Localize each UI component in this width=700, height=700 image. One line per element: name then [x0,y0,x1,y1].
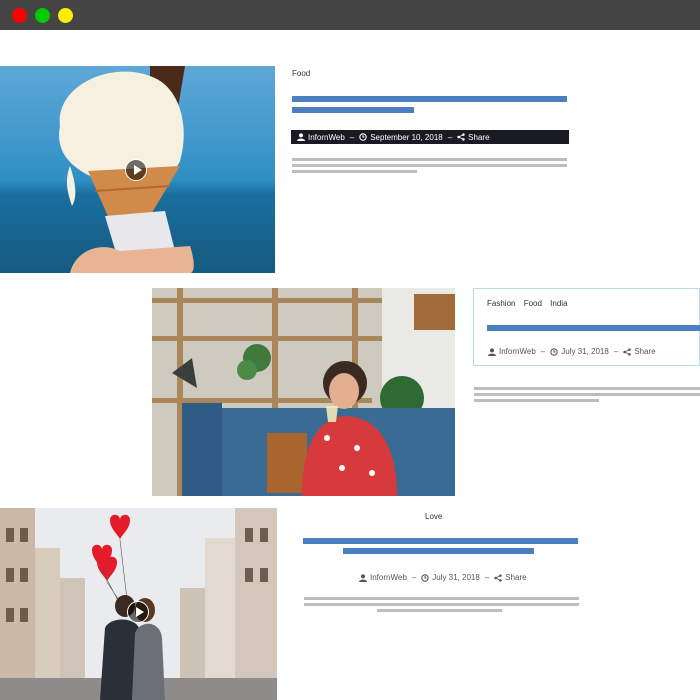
post-1-excerpt-line-2 [292,164,567,167]
post-1-date[interactable]: September 10, 2018 [370,133,443,142]
post-3-title-line-1[interactable] [303,538,578,544]
user-icon [359,573,367,582]
post-3-excerpt-line-3 [377,609,502,612]
post-1-categories: Food [292,69,316,78]
post-2-meta: InfornWeb – July 31, 2018 – Share [488,347,656,356]
post-3-excerpt-line-2 [304,603,579,606]
post-3-date[interactable]: July 31, 2018 [432,573,480,582]
post-1-share[interactable]: Share [468,133,489,142]
post-3-meta: InfornWeb – July 31, 2018 – Share [359,573,527,582]
post-3-excerpt-line-1 [304,597,579,600]
close-window-button[interactable] [12,8,27,23]
post-2-author[interactable]: InfornWeb [499,347,536,356]
play-video-icon[interactable] [125,159,147,181]
post-1-meta-bar: InfornWeb – September 10, 2018 – Share [291,130,569,144]
post-1-excerpt-line-1 [292,158,567,161]
category-tag[interactable]: Love [425,512,442,521]
post-3-categories: Love [425,512,448,521]
post-2-date[interactable]: July 31, 2018 [561,347,609,356]
maximize-window-button[interactable] [58,8,73,23]
post-3-author[interactable]: InfornWeb [370,573,407,582]
clock-icon [421,573,429,582]
share-icon [457,133,465,141]
post-2-excerpt-line-3 [474,399,599,402]
separator: – [484,573,490,582]
post-3-share[interactable]: Share [505,573,526,582]
user-icon [488,347,496,356]
post-2-excerpt-line-1 [474,387,700,390]
post-3-image[interactable] [0,508,277,700]
play-video-icon[interactable] [127,601,149,623]
user-icon [297,133,305,141]
post-2-excerpt-line-2 [474,393,700,396]
post-2-title-line-1[interactable] [487,325,700,331]
post-1-excerpt-line-3 [292,170,417,173]
separator: – [349,132,355,142]
separator: – [411,573,417,582]
post-2-image[interactable] [152,288,455,496]
category-tag[interactable]: India [550,299,567,308]
separator: – [447,132,453,142]
clock-icon [550,347,558,356]
post-1-image[interactable] [0,66,275,273]
post-1-title-line-1[interactable] [292,96,567,102]
share-icon [623,347,631,356]
separator: – [613,347,619,356]
window-titlebar [0,0,700,30]
post-2-categories: Fashion Food India [487,299,574,308]
post-1-author[interactable]: InfornWeb [308,133,345,142]
share-icon [494,573,502,582]
category-tag[interactable]: Food [292,69,310,78]
post-2-share[interactable]: Share [634,347,655,356]
category-tag[interactable]: Food [524,299,542,308]
post-1-title-line-2[interactable] [292,107,414,113]
category-tag[interactable]: Fashion [487,299,515,308]
clock-icon [359,133,367,141]
separator: – [540,347,546,356]
minimize-window-button[interactable] [35,8,50,23]
post-2-card[interactable]: Fashion Food India InfornWeb – July 31, … [473,288,700,366]
post-3-title-line-2[interactable] [343,548,534,554]
